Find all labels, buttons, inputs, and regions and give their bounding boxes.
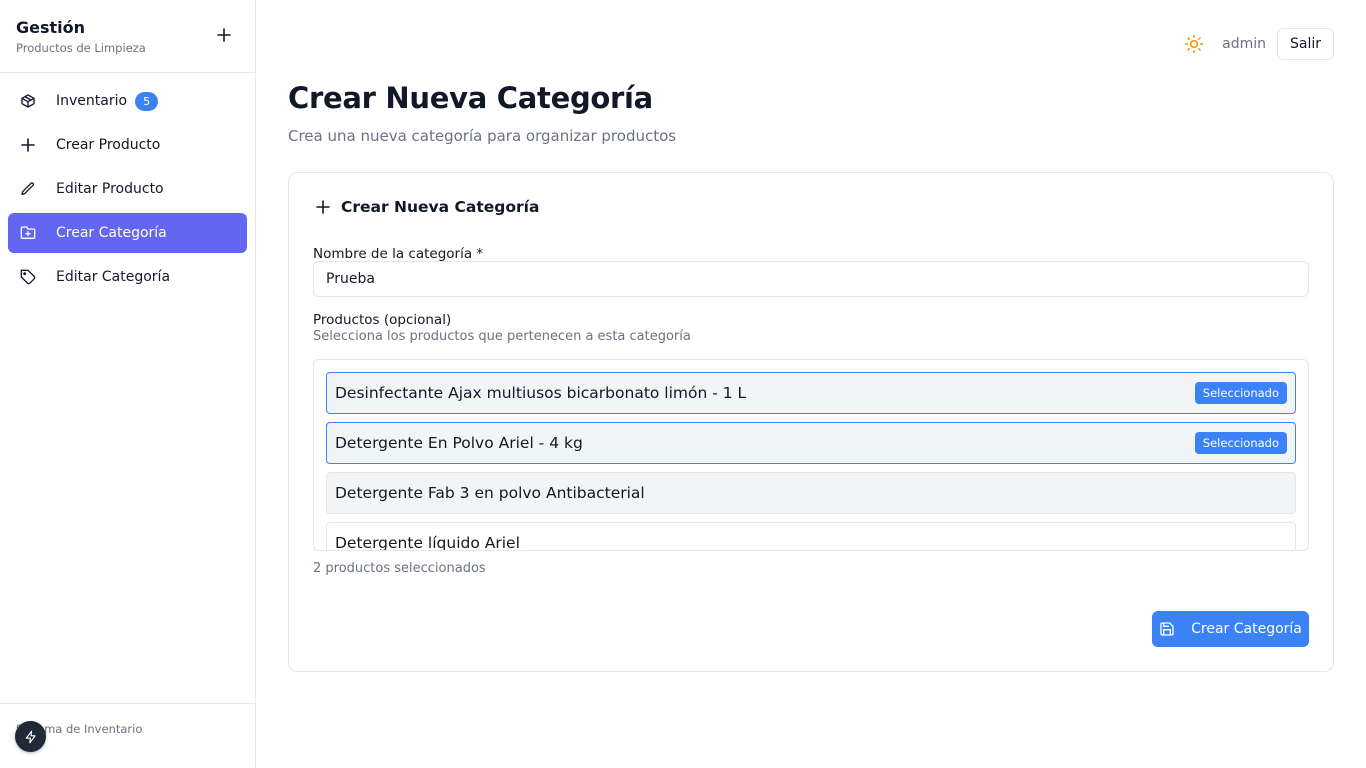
product-item[interactable]: Desinfectante Ajax multiusos bicarbonato… bbox=[326, 372, 1296, 414]
product-name: Detergente líquido Ariel bbox=[335, 534, 520, 551]
sidebar-nav: Inventario 5 Crear Producto Editar Produ… bbox=[0, 73, 255, 297]
product-item[interactable]: Detergente En Polvo Ariel - 4 kg Selecci… bbox=[326, 422, 1296, 464]
card-title: Crear Nueva Categoría bbox=[341, 198, 540, 216]
sidebar: Gestión Productos de Limpieza Inventario… bbox=[0, 0, 256, 768]
brand: Gestión Productos de Limpieza bbox=[0, 0, 255, 73]
sidebar-item-editar-categoria[interactable]: Editar Categoría bbox=[8, 257, 247, 297]
bolt-icon[interactable] bbox=[15, 721, 46, 752]
sidebar-item-label: Editar Categoría bbox=[56, 269, 171, 285]
sidebar-item-label: Editar Producto bbox=[56, 181, 164, 197]
selected-badge: Seleccionado bbox=[1194, 382, 1287, 404]
product-name: Detergente En Polvo Ariel - 4 kg bbox=[335, 434, 583, 452]
sidebar-item-label: Inventario bbox=[56, 93, 128, 109]
products-help: Selecciona los productos que pertenecen … bbox=[313, 329, 691, 344]
sidebar-footer: Sistema de Inventario bbox=[0, 703, 255, 768]
sidebar-item-label: Crear Categoría bbox=[56, 225, 167, 241]
selected-count: 2 productos seleccionados bbox=[313, 561, 486, 576]
sidebar-item-label: Crear Producto bbox=[56, 137, 161, 153]
selected-badge: Seleccionado bbox=[1194, 432, 1287, 454]
create-category-button[interactable]: Crear Categoría bbox=[1152, 611, 1309, 647]
sidebar-item-crear-producto[interactable]: Crear Producto bbox=[8, 125, 247, 165]
sidebar-item-editar-producto[interactable]: Editar Producto bbox=[8, 169, 247, 209]
name-label: Nombre de la categoría * bbox=[313, 246, 484, 262]
product-name: Desinfectante Ajax multiusos bicarbonato… bbox=[335, 384, 747, 402]
brand-title: Gestión bbox=[16, 18, 86, 37]
product-item[interactable]: Detergente líquido Ariel bbox=[326, 522, 1296, 551]
tag-icon bbox=[20, 269, 36, 285]
products-label: Productos (opcional) bbox=[313, 312, 452, 328]
product-list[interactable]: Desinfectante Ajax multiusos bicarbonato… bbox=[313, 359, 1309, 551]
pencil-icon bbox=[20, 181, 36, 197]
sun-icon[interactable] bbox=[1182, 32, 1206, 56]
save-icon bbox=[1159, 621, 1175, 637]
product-name: Detergente Fab 3 en polvo Antibacterial bbox=[335, 484, 645, 502]
topbar: admin Salir bbox=[1182, 28, 1334, 60]
footer-text: Sistema de Inventario bbox=[16, 722, 143, 736]
logout-button[interactable]: Salir bbox=[1276, 28, 1334, 60]
sidebar-item-inventario[interactable]: Inventario 5 bbox=[8, 81, 247, 121]
page-subtitle: Crea una nueva categoría para organizar … bbox=[288, 127, 677, 145]
page-header: Crear Nueva Categoría Crea una nueva cat… bbox=[288, 78, 1334, 146]
inventory-count-badge: 5 bbox=[135, 91, 159, 111]
create-category-label: Crear Categoría bbox=[1191, 621, 1302, 637]
plus-icon bbox=[313, 197, 333, 217]
brand-subtitle: Productos de Limpieza bbox=[16, 41, 146, 55]
card-header: Crear Nueva Categoría bbox=[313, 197, 539, 217]
add-icon[interactable] bbox=[215, 26, 233, 44]
plus-icon bbox=[20, 137, 36, 153]
page-title: Crear Nueva Categoría bbox=[288, 81, 653, 115]
folder-plus-icon bbox=[20, 225, 36, 241]
user-name: admin bbox=[1222, 36, 1266, 52]
category-name-input[interactable] bbox=[313, 261, 1309, 297]
box-icon bbox=[20, 93, 36, 109]
create-category-card: Crear Nueva Categoría Nombre de la categ… bbox=[288, 172, 1334, 672]
sidebar-item-crear-categoria[interactable]: Crear Categoría bbox=[8, 213, 247, 253]
product-item[interactable]: Detergente Fab 3 en polvo Antibacterial bbox=[326, 472, 1296, 514]
